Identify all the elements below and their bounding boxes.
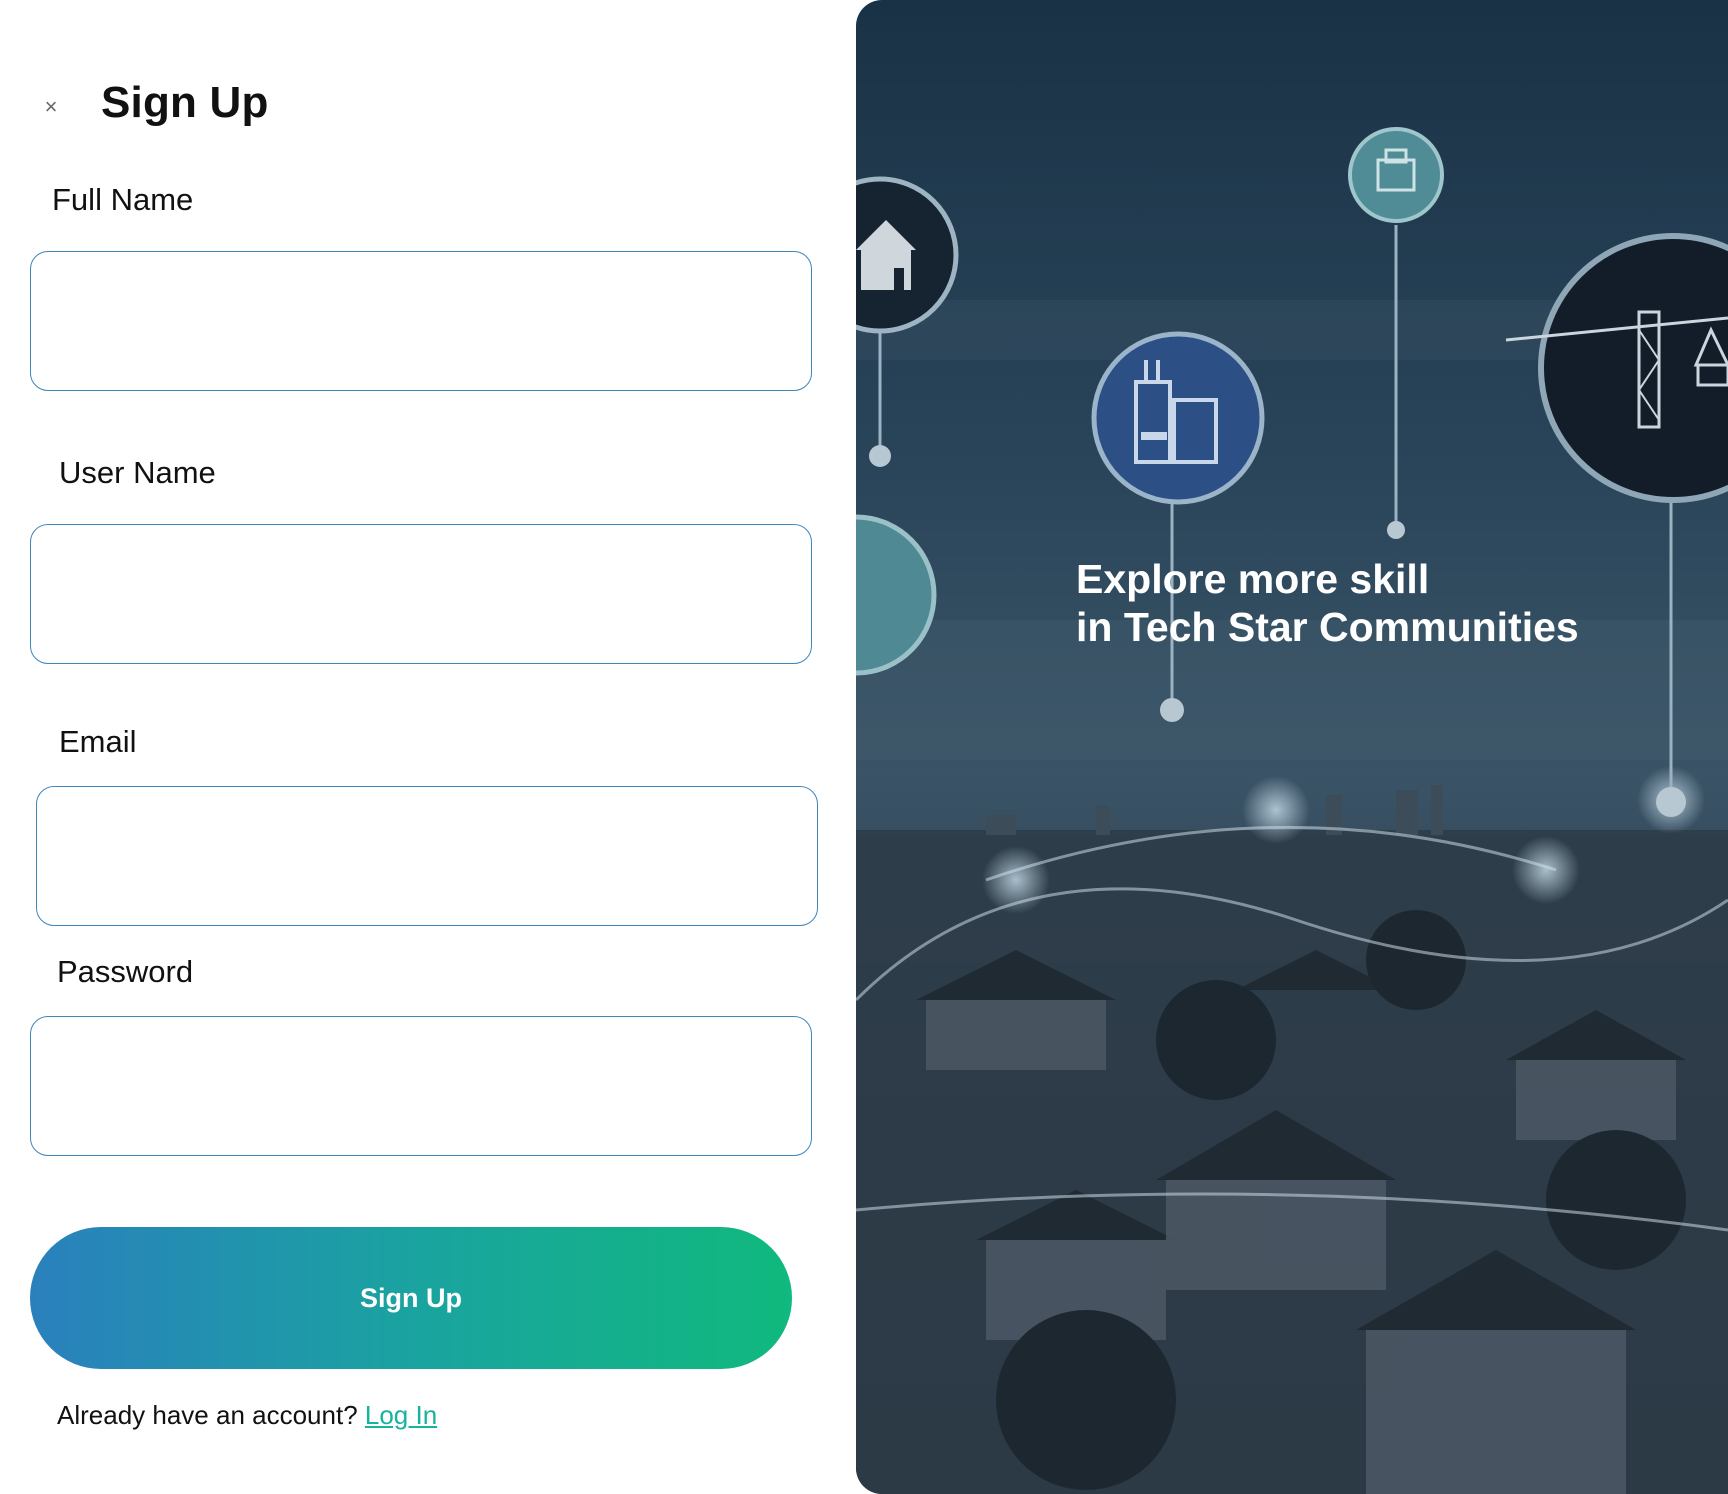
email-label: Email [59,724,137,759]
hero-tagline-line2: in Tech Star Communities [1076,604,1579,650]
password-label: Password [57,954,194,989]
email-input[interactable] [36,786,818,926]
office-building-icon [1348,127,1444,223]
login-link[interactable]: Log In [365,1400,437,1430]
password-input[interactable] [30,1016,812,1156]
sign-up-button[interactable]: Sign Up [30,1227,792,1369]
crane-icon [1505,233,1728,503]
page-title: Sign Up [101,78,269,127]
close-icon[interactable]: × [40,96,62,118]
factory-icon [1091,331,1265,505]
user-name-label: User Name [59,455,216,490]
login-prompt-text: Already have an account? [57,1400,365,1430]
hero-tagline-line1: Explore more skill [1076,556,1430,602]
user-name-input[interactable] [30,524,812,664]
hero-tagline: Explore more skill in Tech Star Communit… [1076,555,1579,651]
full-name-label: Full Name [52,182,194,217]
hero-illustration [856,127,1728,1494]
hero-image-panel: Explore more skill in Tech Star Communit… [856,0,1728,1494]
login-prompt: Already have an account? Log In [57,1400,437,1431]
full-name-input[interactable] [30,251,812,391]
